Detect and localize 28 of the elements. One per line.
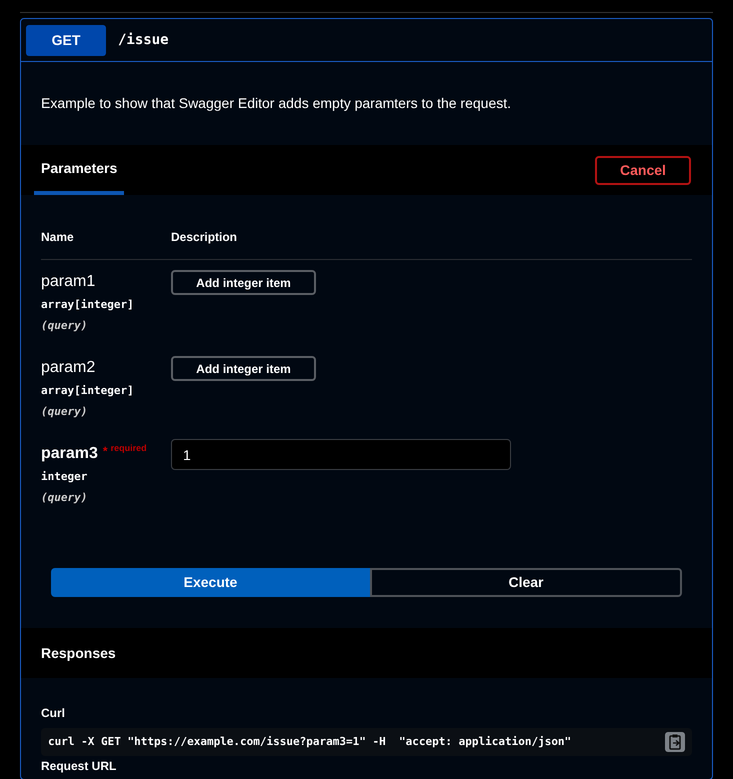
parameter-name: param1 [41,272,96,292]
add-item-button[interactable]: Add integer item [171,270,316,295]
endpoint-path: /issue [118,30,169,50]
clear-button[interactable]: Clear [370,568,682,597]
column-header: Name [41,229,75,246]
parameter-type: array[integer] [41,297,135,313]
parameter-location: (query) [41,318,88,334]
parameter-name: param3 [41,444,98,464]
parameter-type: array[integer] [41,383,135,399]
add-item-button[interactable]: Add integer item [171,356,316,381]
parameter-type: integer [41,469,88,485]
parameter-name: param2 [41,358,96,378]
curl-command: curl -X GET "https://example.com/issue?param3=1" -H "accept: application/json" [48,734,572,750]
parameter-location: (query) [41,404,88,420]
operation-description: Example to show that Swagger Editor adds empty paramters to the request. [41,94,512,113]
section-title: Responses [41,644,116,663]
cancel-button[interactable]: Cancel [595,156,691,184]
parameter-input[interactable]: 1 [171,439,511,470]
parameters-tab[interactable]: Parameters [34,145,124,195]
clipboard-icon[interactable] [665,732,685,752]
method-badge: GET [26,24,106,56]
parameter-location: (query) [41,490,88,506]
required-asterisk: * [102,443,108,460]
column-header: Description [171,229,238,246]
request-url-label: Request URL [41,759,118,773]
required-label: required [110,442,147,455]
execute-button[interactable]: Execute [51,568,370,597]
curl-label: Curl [41,705,66,722]
